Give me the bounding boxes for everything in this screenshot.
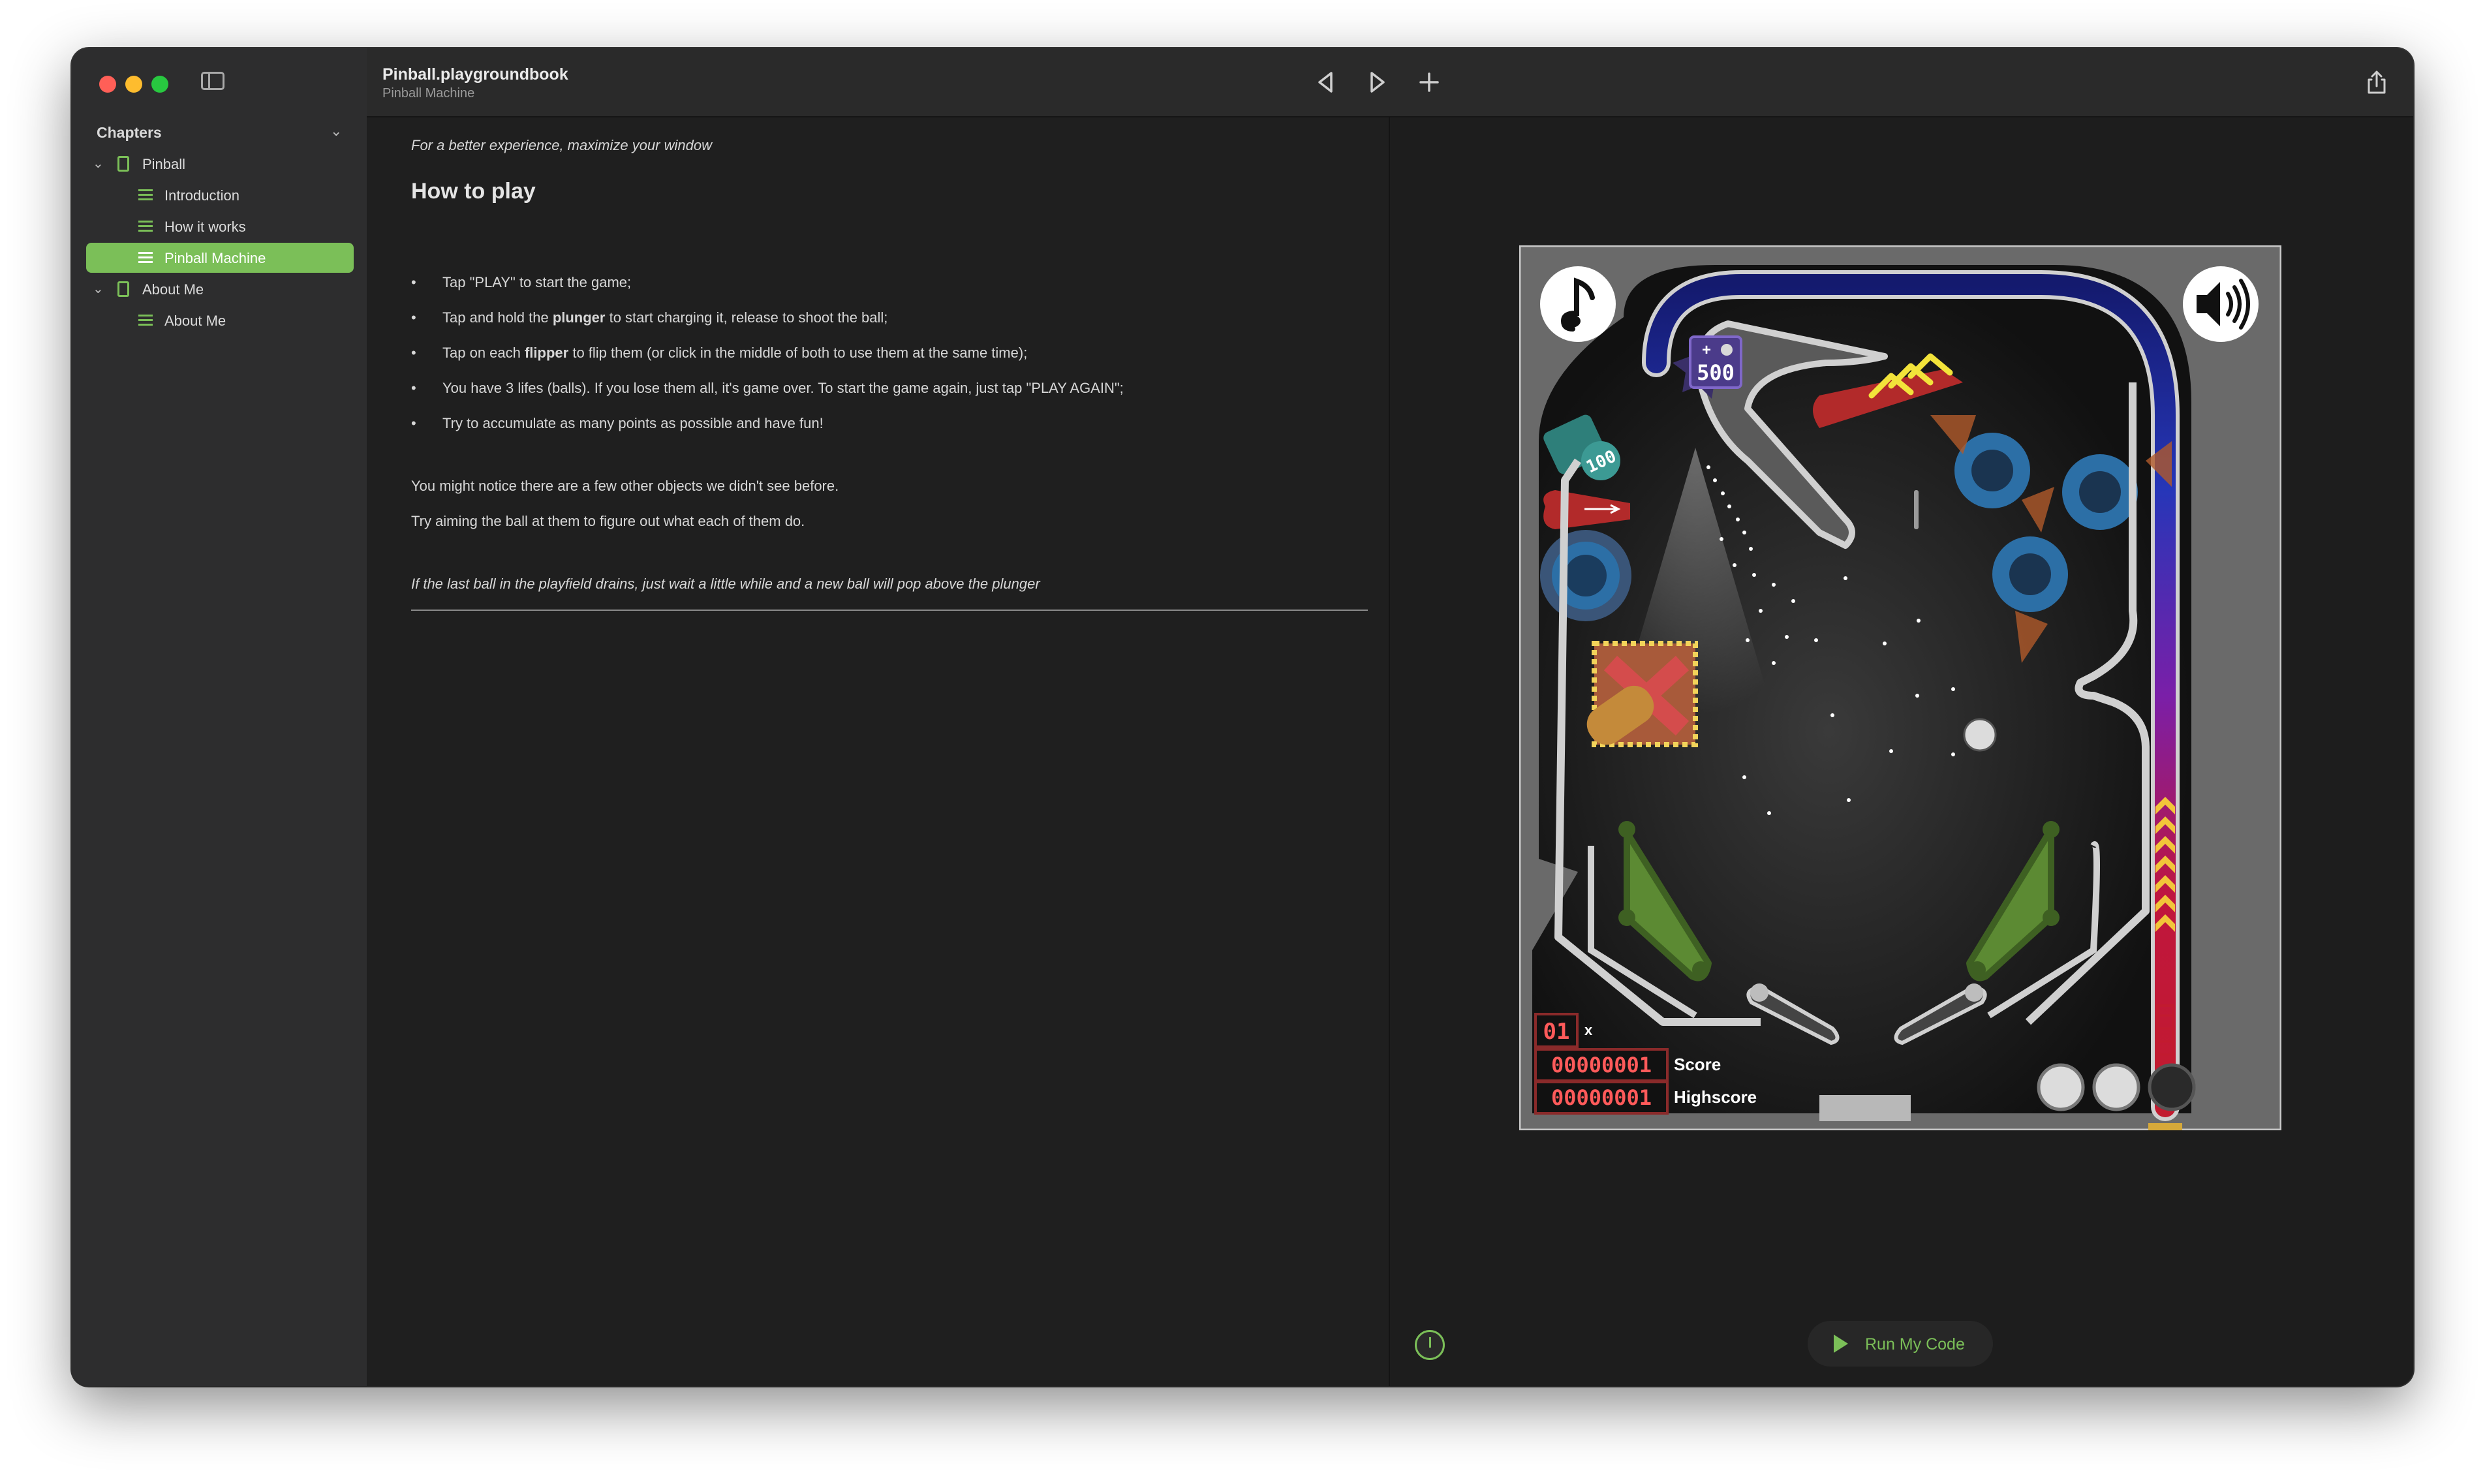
balls-remaining bbox=[2037, 1063, 2196, 1111]
chevron-down-icon[interactable]: ⌄ bbox=[93, 281, 104, 297]
sidebar-item-label: About Me bbox=[142, 281, 204, 298]
bonus-500-text: 500 bbox=[1697, 360, 1735, 385]
chevron-down-icon[interactable]: ⌄ bbox=[330, 123, 342, 140]
highscore-value: 00000001 bbox=[1551, 1085, 1652, 1110]
close-button[interactable] bbox=[99, 76, 116, 93]
highscore-label: Highscore bbox=[1674, 1087, 1757, 1107]
toolbar: Pinball.playgroundbook Pinball Machine bbox=[367, 48, 2413, 117]
divider bbox=[411, 610, 1368, 611]
sidebar-item-label: Pinball Machine bbox=[164, 250, 266, 266]
multiplier-value: 01 bbox=[1543, 1019, 1570, 1045]
triangle-right-icon bbox=[1370, 72, 1385, 93]
sidebar-item-introduction[interactable]: Introduction bbox=[86, 180, 354, 210]
sidebar-item-about-me-chapter[interactable]: ⌄ About Me bbox=[86, 274, 354, 304]
bullet-text: Try to accumulate as many points as poss… bbox=[442, 415, 824, 431]
page-lines-icon bbox=[138, 315, 153, 328]
document-subtitle: Pinball Machine bbox=[382, 86, 475, 100]
next-page-button[interactable] bbox=[1363, 68, 1391, 97]
score-value: 00000001 bbox=[1551, 1053, 1652, 1077]
sidebar-toggle-icon[interactable] bbox=[201, 72, 224, 90]
document-title: Pinball.playgroundbook bbox=[382, 65, 568, 84]
plunger-emphasis: plunger bbox=[552, 309, 606, 326]
share-button[interactable] bbox=[2362, 68, 2391, 97]
run-my-code-button[interactable]: Run My Code bbox=[1808, 1321, 1993, 1367]
life-ball bbox=[2037, 1063, 2085, 1111]
add-page-button[interactable] bbox=[1415, 68, 1443, 97]
bullet-text: to start charging it, release to shoot t… bbox=[605, 309, 888, 326]
sidebar-item-label: Pinball bbox=[142, 156, 186, 172]
multiplier-suffix: x bbox=[1584, 1022, 1593, 1038]
bullet-text: to flip them (or click in the middle of … bbox=[568, 345, 1028, 361]
lane-guide bbox=[1914, 490, 1919, 529]
book-icon bbox=[117, 156, 129, 172]
sidebar-item-how-it-works[interactable]: How it works bbox=[86, 211, 354, 241]
life-ball-empty bbox=[2148, 1063, 2196, 1111]
music-note-icon bbox=[1562, 315, 1581, 328]
section-heading: How to play bbox=[411, 179, 536, 204]
sidebar-item-label: Introduction bbox=[164, 187, 239, 204]
flipper-emphasis: flipper bbox=[524, 345, 569, 361]
instructions-pane: For a better experience, maximize your w… bbox=[367, 117, 1390, 1386]
sidebar: Chapters ⌄ ⌄ Pinball Introduction How it… bbox=[72, 48, 368, 1386]
chapters-heading: Chapters bbox=[97, 124, 162, 141]
share-icon bbox=[2368, 70, 2386, 94]
page-lines-icon bbox=[138, 221, 153, 234]
previous-page-button[interactable] bbox=[1312, 68, 1340, 97]
live-view: + 500 100 01 x 00000001 Score 00000001 H… bbox=[1390, 117, 2413, 1386]
bullet-text: You have 3 lifes (balls). If you lose th… bbox=[442, 380, 1124, 396]
play-icon bbox=[1834, 1335, 1848, 1353]
page-lines-icon bbox=[138, 252, 153, 265]
bumper[interactable] bbox=[2062, 454, 2138, 530]
page-lines-icon bbox=[138, 189, 153, 202]
sound-button[interactable] bbox=[2183, 266, 2259, 342]
sidebar-item-pinball-machine[interactable]: Pinball Machine bbox=[86, 243, 354, 273]
app-window: Chapters ⌄ ⌄ Pinball Introduction How it… bbox=[72, 48, 2413, 1386]
bumper[interactable] bbox=[1992, 536, 2068, 612]
sidebar-item-label: About Me bbox=[164, 313, 226, 329]
pinball-ball bbox=[1963, 718, 1997, 752]
footer-note: If the last ball in the playfield drains… bbox=[411, 576, 1040, 592]
spinner-wheel bbox=[1540, 530, 1631, 621]
pinball-board[interactable]: + 500 100 01 x 00000001 Score 00000001 H… bbox=[1519, 245, 2281, 1130]
sidebar-item-label: How it works bbox=[164, 219, 246, 235]
score-label: Score bbox=[1674, 1055, 1721, 1074]
music-button[interactable] bbox=[1540, 266, 1616, 342]
sidebar-item-pinball[interactable]: ⌄ Pinball bbox=[86, 149, 354, 179]
maximize-note: For a better experience, maximize your w… bbox=[411, 137, 712, 153]
life-ball bbox=[2092, 1063, 2140, 1111]
speed-gauge-icon[interactable] bbox=[1415, 1330, 1445, 1360]
book-icon bbox=[117, 281, 129, 297]
bonus-plus-text: + bbox=[1702, 341, 1711, 359]
drain-outlet bbox=[1819, 1095, 1911, 1121]
plus-icon bbox=[1419, 72, 1439, 92]
chevron-down-icon[interactable]: ⌄ bbox=[93, 155, 104, 172]
paragraph: You might notice there are a few other o… bbox=[411, 478, 839, 494]
target-box bbox=[1586, 641, 1698, 747]
bullet-text: Tap on each bbox=[442, 345, 525, 361]
sidebar-item-about-me-page[interactable]: About Me bbox=[86, 305, 354, 335]
bullet-text: Tap "PLAY" to start the game; bbox=[442, 274, 632, 290]
triangle-left-icon bbox=[1318, 72, 1333, 93]
run-my-code-label: Run My Code bbox=[1865, 1335, 1965, 1353]
paragraph: Try aiming the ball at them to figure ou… bbox=[411, 513, 805, 529]
zoom-button[interactable] bbox=[151, 76, 168, 93]
minimize-button[interactable] bbox=[125, 76, 142, 93]
bullet-text: Tap and hold the bbox=[442, 309, 553, 326]
